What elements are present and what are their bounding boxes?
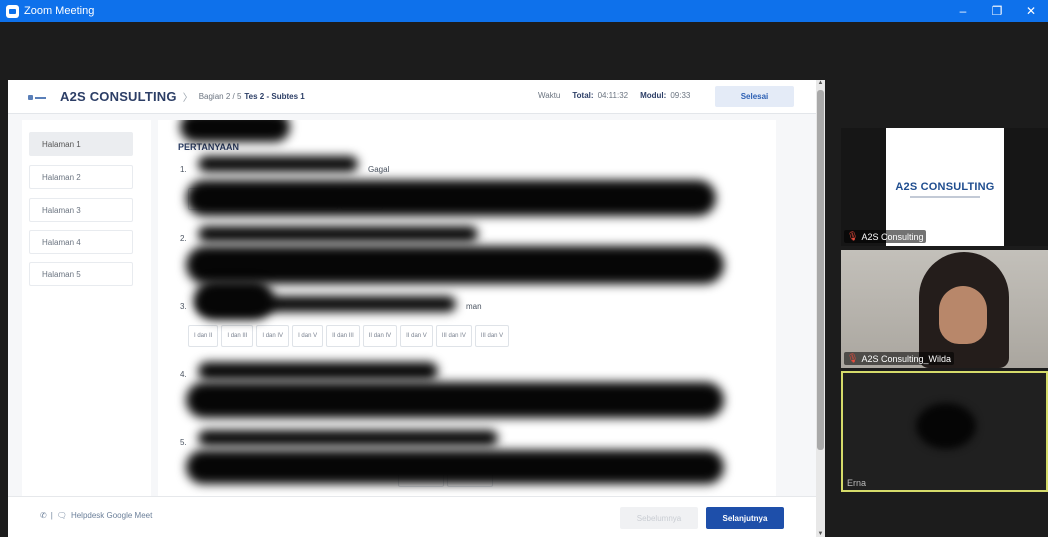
brand-logo-icon [28, 93, 46, 101]
question-5-number: 5. [180, 438, 187, 447]
scroll-thumb[interactable] [817, 90, 824, 450]
participant-tile[interactable]: A2S CONSULTING 🎙 A2S Consulting [841, 128, 1048, 246]
question-3-options: I dan II I dan III I dan IV I dan V II d… [188, 325, 510, 347]
answer-option[interactable]: II dan III [326, 325, 360, 347]
page-item-4[interactable]: Halaman 4 [29, 230, 133, 254]
page-item-1[interactable]: Halaman 1 [29, 132, 133, 156]
redaction-mark [180, 120, 290, 142]
zoom-logo-icon [6, 4, 19, 18]
answer-option[interactable]: III dan V [474, 325, 510, 347]
chat-icon: 🗨 [56, 511, 67, 520]
answer-option[interactable]: I dan V [292, 325, 324, 347]
participant-logo: A2S CONSULTING [886, 128, 1004, 246]
timer-total-label: Total: [572, 91, 594, 100]
scroll-up-icon[interactable]: ▲ [816, 80, 825, 86]
redaction-mark [198, 430, 498, 446]
helpdesk-label: Helpdesk Google Meet [70, 511, 153, 520]
answer-option[interactable]: II dan IV [362, 325, 398, 347]
participant-tile[interactable]: Erna [841, 371, 1048, 492]
question-1-suffix: Gagal [368, 165, 390, 174]
participant-name: 🎙 A2S Consulting [844, 230, 927, 243]
finish-button[interactable]: Selesai [715, 86, 794, 107]
breadcrumb-section[interactable]: Bagian 2 / 5 [199, 92, 242, 101]
shared-screen-scrollbar[interactable]: ▲ ▼ [816, 80, 825, 537]
maximize-button[interactable]: ❐ [980, 0, 1014, 22]
logo-tagline [910, 195, 980, 198]
shared-screen: A2S CONSULTING 〉 Bagian 2 / 5 Tes 2 - Su… [8, 80, 816, 537]
question-1-number: 1. [180, 165, 187, 174]
window-controls: – ❐ ✕ [946, 0, 1048, 22]
timer-total-value: 04:11:32 [597, 91, 629, 100]
next-button[interactable]: Selanjutnya [706, 507, 784, 529]
app-header: A2S CONSULTING 〉 Bagian 2 / 5 Tes 2 - Su… [8, 80, 816, 114]
participant-logo-text: A2S CONSULTING [895, 180, 995, 193]
questions-title: PERTANYAAN [178, 142, 240, 152]
phone-icon: ✆ [40, 511, 47, 520]
page-navigation: Halaman 1 Halaman 2 Halaman 3 Halaman 4 … [22, 120, 151, 496]
timer-module-value: 09:33 [670, 91, 691, 100]
timer-module-label: Modul: [640, 91, 667, 100]
scroll-down-icon[interactable]: ▼ [816, 531, 825, 537]
active-speaker-border [841, 371, 1048, 492]
participant-name: 🎙 A2S Consulting_Wilda [844, 352, 954, 365]
mic-muted-icon: 🎙 [847, 353, 859, 363]
helpdesk-link[interactable]: ✆ | 🗨 Helpdesk Google Meet [40, 511, 152, 520]
participant-tile[interactable]: 🎙 A2S Consulting_Wilda [841, 250, 1048, 368]
brand-name: A2S CONSULTING [60, 89, 177, 104]
redaction-mark [186, 382, 724, 418]
page-item-2[interactable]: Halaman 2 [29, 165, 133, 189]
redaction-mark [186, 246, 724, 284]
participant-name-text: Erna [847, 478, 867, 488]
redaction-mark [194, 280, 274, 320]
window-title: Zoom Meeting [24, 5, 95, 17]
participant-name-text: A2S Consulting_Wilda [861, 353, 951, 364]
mic-muted-icon: 🎙 [847, 231, 859, 241]
breadcrumb-current: Tes 2 - Subtes 1 [244, 92, 305, 101]
question-panel: PERTANYAAN 1. Gagal 2. 3. man I dan II I… [158, 120, 776, 496]
question-4-number: 4. [180, 370, 187, 379]
participant-name-text: A2S Consulting [861, 231, 924, 242]
redaction-mark [186, 180, 716, 216]
answer-option[interactable]: II dan V [400, 325, 433, 347]
participant-name: Erna [844, 477, 869, 489]
participant-face [939, 286, 987, 344]
divider: | [50, 511, 53, 520]
question-3-suffix: man [466, 302, 482, 311]
previous-button[interactable]: Sebelumnya [620, 507, 698, 529]
timer-label: Waktu [538, 91, 561, 100]
page-item-3[interactable]: Halaman 3 [29, 198, 133, 222]
answer-option[interactable]: I dan IV [256, 325, 290, 347]
question-3-number: 3. [180, 302, 187, 311]
answer-option[interactable]: I dan II [188, 325, 219, 347]
answer-option[interactable]: I dan III [221, 325, 254, 347]
redaction-mark [186, 450, 724, 484]
breadcrumb-separator: 〉 [182, 93, 193, 104]
redaction-mark [198, 156, 358, 172]
close-button[interactable]: ✕ [1014, 0, 1048, 22]
redaction-mark [198, 226, 478, 242]
redaction-mark [198, 362, 438, 380]
timer: Waktu Total: 04:11:32 Modul: 09:33 [538, 91, 690, 100]
app-footer: ✆ | 🗨 Helpdesk Google Meet Sebelumnya Se… [8, 496, 816, 537]
answer-option[interactable]: III dan IV [435, 325, 472, 347]
page-item-5[interactable]: Halaman 5 [29, 262, 133, 286]
zoom-title-bar: Zoom Meeting – ❐ ✕ [0, 0, 1048, 22]
question-2-number: 2. [180, 234, 187, 243]
minimize-button[interactable]: – [946, 0, 980, 22]
